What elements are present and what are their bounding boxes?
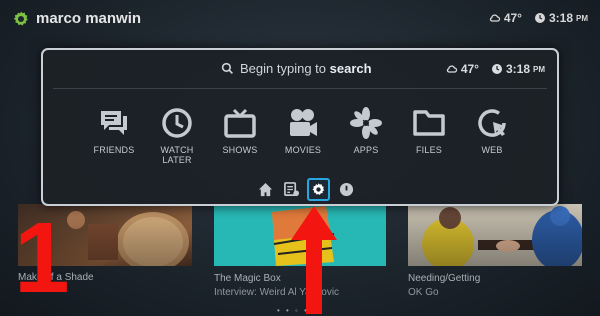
top-temperature: 47° bbox=[503, 11, 522, 25]
top-time: 3:18 bbox=[548, 11, 573, 25]
user-name: marco manwin bbox=[36, 10, 142, 27]
top-ampm: PM bbox=[576, 13, 588, 23]
menu-label: WEB bbox=[481, 145, 503, 155]
main-menu-overlay: Begin typing to search 47° 3:18 PM FRIEND… bbox=[41, 48, 559, 206]
top-status: 47° 3:18 PM bbox=[489, 11, 588, 25]
panel-status: 47° 3:18 PM bbox=[446, 62, 545, 76]
clock-icon bbox=[534, 13, 545, 23]
divider bbox=[53, 88, 547, 89]
menu-label: SHOWS bbox=[222, 145, 258, 155]
search-text: Begin typing to bbox=[240, 61, 327, 76]
annotation-arrow-icon bbox=[291, 206, 337, 314]
power-button[interactable] bbox=[336, 180, 356, 200]
search-row: Begin typing to search 47° 3:18 PM bbox=[43, 60, 557, 80]
search-bold: search bbox=[329, 61, 372, 76]
menu-label: FRIENDS bbox=[93, 145, 135, 155]
content-tile-3[interactable] bbox=[408, 204, 582, 266]
cloud-icon bbox=[489, 14, 500, 22]
home-icon bbox=[258, 182, 272, 197]
clock-icon bbox=[491, 64, 502, 74]
menu-label: FILES bbox=[415, 145, 442, 155]
menu-item-apps[interactable]: APPS bbox=[335, 106, 397, 165]
settings-icon bbox=[312, 183, 325, 195]
menu-item-friends[interactable]: FRIENDS bbox=[83, 106, 145, 165]
search-icon bbox=[221, 62, 233, 74]
friends-icon bbox=[101, 111, 127, 135]
panel-ampm: PM bbox=[533, 64, 545, 74]
web-icon bbox=[478, 109, 506, 137]
movie-camera-icon bbox=[290, 109, 317, 136]
menu-item-shows[interactable]: SHOWS bbox=[209, 106, 271, 165]
tile-2-title: The Magic Box bbox=[214, 273, 281, 284]
annotation-number: 1 bbox=[14, 202, 70, 314]
folder-icon bbox=[413, 110, 445, 136]
cloud-icon bbox=[446, 65, 457, 73]
settings-button[interactable] bbox=[307, 178, 330, 201]
search-prompt[interactable]: Begin typing to search bbox=[221, 61, 372, 76]
gear-logo-icon bbox=[13, 11, 28, 26]
bottom-icon-row bbox=[255, 178, 356, 201]
queue-icon bbox=[283, 182, 299, 197]
tile-3-subtitle: OK Go bbox=[408, 287, 439, 298]
menu-item-web[interactable]: WEB bbox=[461, 106, 523, 165]
menu-item-watch-later[interactable]: WATCH LATER bbox=[146, 106, 208, 165]
apps-icon bbox=[350, 107, 382, 139]
power-icon bbox=[339, 182, 353, 197]
menu-label: MOVIES bbox=[284, 145, 322, 155]
menu-item-files[interactable]: FILES bbox=[398, 106, 460, 165]
tv-icon bbox=[224, 108, 256, 138]
main-menu: FRIENDS WATCH LATER SHOWS MOVIES APPS FI… bbox=[83, 106, 523, 165]
menu-label: WATCH LATER bbox=[160, 145, 194, 165]
menu-item-movies[interactable]: MOVIES bbox=[272, 106, 334, 165]
tile-3-title: Needing/Getting bbox=[408, 273, 481, 284]
clock-icon bbox=[162, 108, 192, 138]
top-bar: marco manwin 47° 3:18 PM bbox=[0, 0, 600, 36]
menu-label: APPS bbox=[353, 145, 379, 155]
queue-button[interactable] bbox=[281, 180, 301, 200]
home-button[interactable] bbox=[255, 180, 275, 200]
panel-temperature: 47° bbox=[460, 62, 479, 76]
panel-time: 3:18 bbox=[505, 62, 530, 76]
